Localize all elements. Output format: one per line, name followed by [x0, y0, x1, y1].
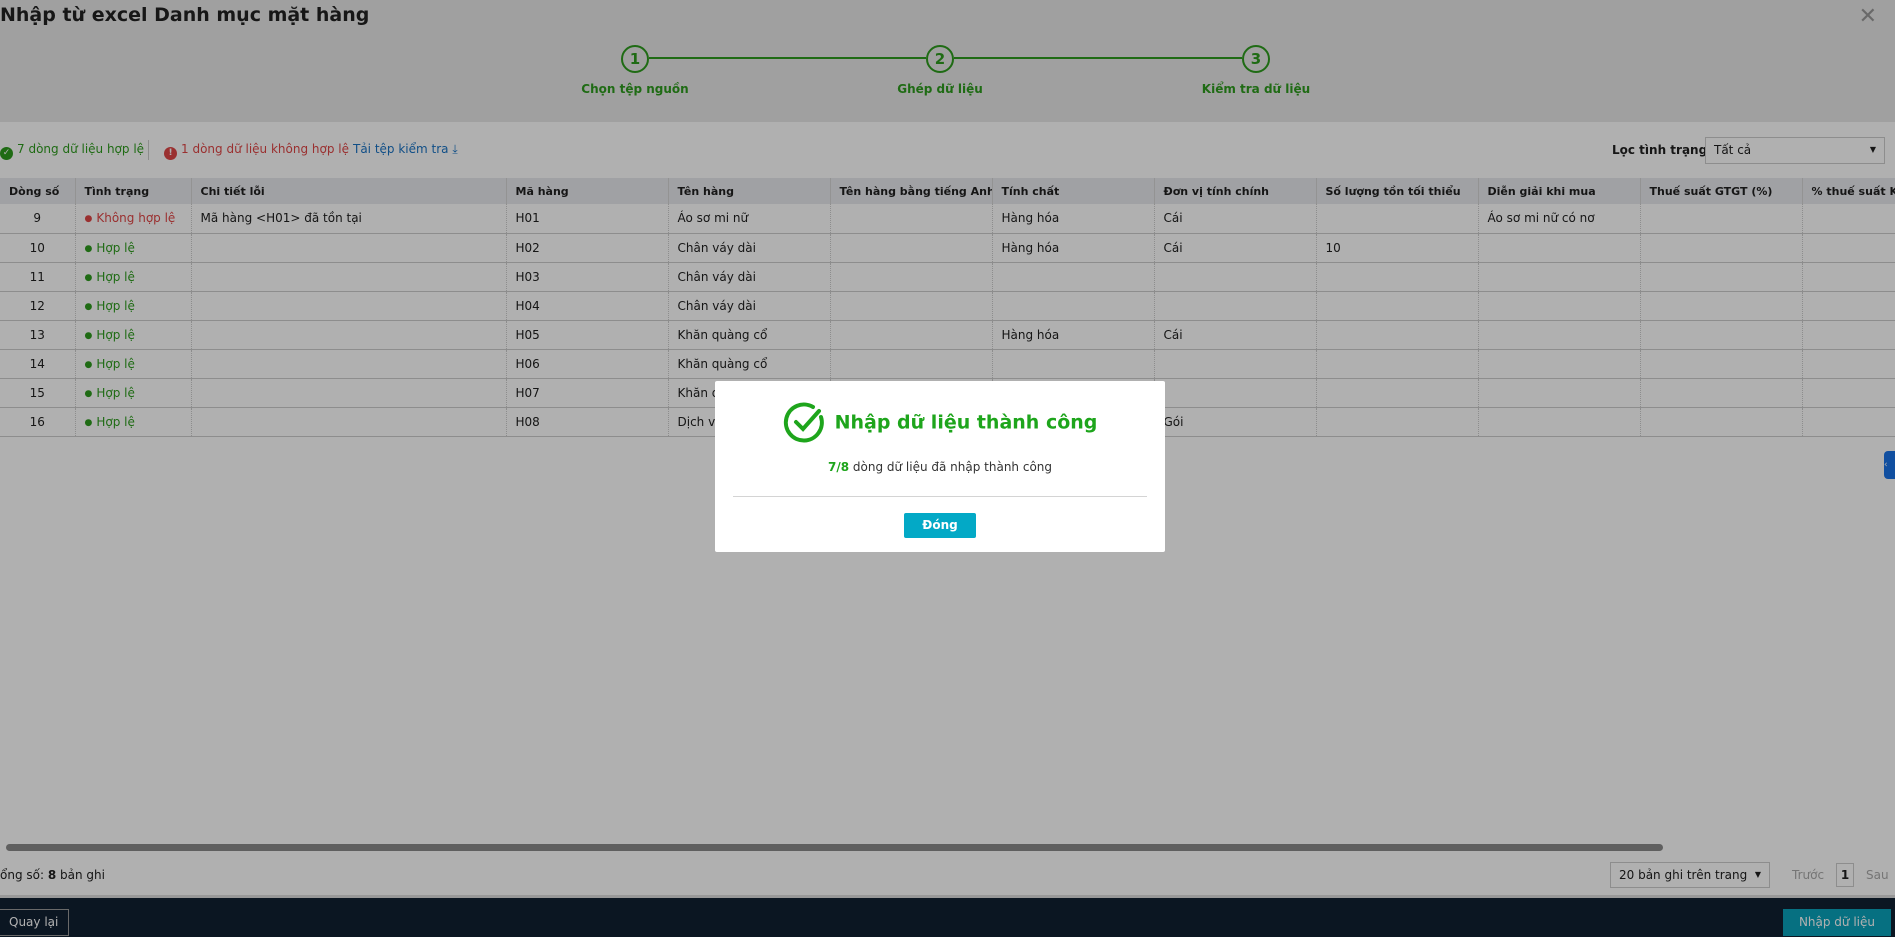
divider — [733, 496, 1147, 497]
check-circle-icon — [783, 402, 824, 443]
import-count: 7/8 — [827, 460, 850, 474]
close-button[interactable]: Đóng — [904, 513, 976, 538]
success-message-text: dòng dữ liệu đã nhập thành công — [849, 460, 1053, 474]
success-title: Nhập dữ liệu thành công — [715, 401, 1165, 445]
success-title-text: Nhập dữ liệu thành công — [834, 411, 1098, 434]
success-dialog: Nhập dữ liệu thành công 7/8 dòng dữ liệu… — [715, 381, 1165, 552]
success-message: 7/8 dòng dữ liệu đã nhập thành công — [715, 460, 1165, 474]
